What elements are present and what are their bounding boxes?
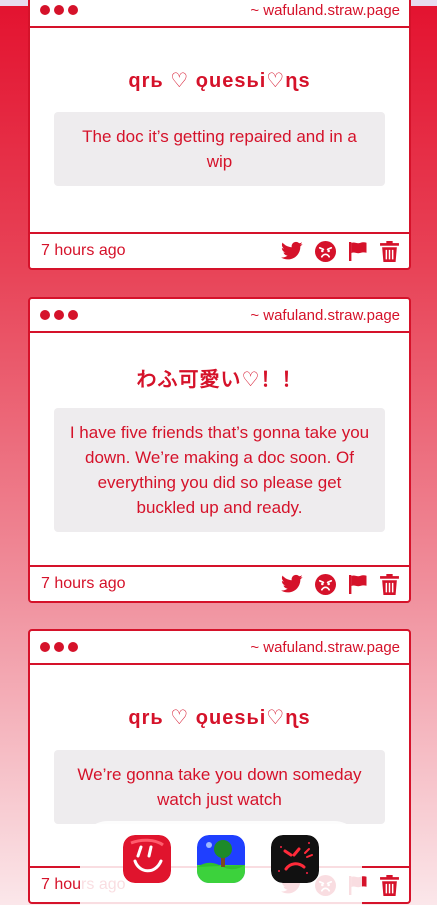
angry-face-icon[interactable] bbox=[315, 240, 336, 262]
flag-icon[interactable] bbox=[348, 241, 368, 261]
dot bbox=[40, 310, 50, 320]
angry-face-icon[interactable] bbox=[315, 573, 336, 595]
dot bbox=[54, 5, 64, 15]
landscape-app-icon[interactable] bbox=[197, 835, 245, 883]
window-dots bbox=[40, 5, 78, 15]
card-host[interactable]: ~ wafuland.straw.page bbox=[250, 307, 400, 324]
trash-icon[interactable] bbox=[380, 240, 399, 262]
window-dots bbox=[40, 310, 78, 320]
twitter-icon[interactable] bbox=[281, 241, 303, 261]
card-title: わふ可愛い♡！！ bbox=[136, 369, 303, 391]
dark-angry-app-icon[interactable] bbox=[271, 835, 319, 883]
card-host[interactable]: ~ wafuland.straw.page bbox=[250, 639, 400, 656]
dot bbox=[68, 310, 78, 320]
message-bubble: I have five friends that’s gonna take yo… bbox=[54, 408, 385, 532]
dot bbox=[54, 310, 64, 320]
question-card: ~ wafuland.straw.page qrь ♡ ǫuesьi♡ɳs Th… bbox=[28, 0, 411, 270]
card-title: qrь ♡ ǫuesьi♡ɳs bbox=[128, 70, 311, 92]
twitter-icon[interactable] bbox=[281, 574, 303, 594]
card-header: ~ wafuland.straw.page bbox=[30, 0, 409, 28]
card-header: ~ wafuland.straw.page bbox=[30, 299, 409, 333]
card-footer: 7 hours ago bbox=[30, 565, 409, 601]
window-dots bbox=[40, 642, 78, 652]
dot bbox=[40, 5, 50, 15]
dot bbox=[68, 642, 78, 652]
trash-icon[interactable] bbox=[380, 874, 399, 896]
card-actions bbox=[281, 573, 399, 595]
card-actions bbox=[281, 240, 399, 262]
dot bbox=[54, 642, 64, 652]
trash-icon[interactable] bbox=[380, 573, 399, 595]
message-bubble: We’re gonna take you down someday watch … bbox=[54, 750, 385, 824]
dot bbox=[40, 642, 50, 652]
card-footer: 7 hours ago bbox=[30, 232, 409, 268]
timestamp: 7 hours ago bbox=[41, 242, 126, 259]
red-smile-app-icon[interactable] bbox=[123, 835, 171, 883]
message-bubble: The doc it’s getting repaired and in a w… bbox=[54, 112, 385, 186]
flag-icon[interactable] bbox=[348, 574, 368, 594]
timestamp: 7 hours ago bbox=[41, 575, 126, 592]
question-card: ~ wafuland.straw.page わふ可愛い♡！！ I have fi… bbox=[28, 297, 411, 603]
app-dock bbox=[80, 821, 362, 905]
card-host[interactable]: ~ wafuland.straw.page bbox=[250, 2, 400, 19]
card-title: qrь ♡ ǫuesьi♡ɳs bbox=[128, 707, 311, 729]
card-header: ~ wafuland.straw.page bbox=[30, 631, 409, 665]
dot bbox=[68, 5, 78, 15]
